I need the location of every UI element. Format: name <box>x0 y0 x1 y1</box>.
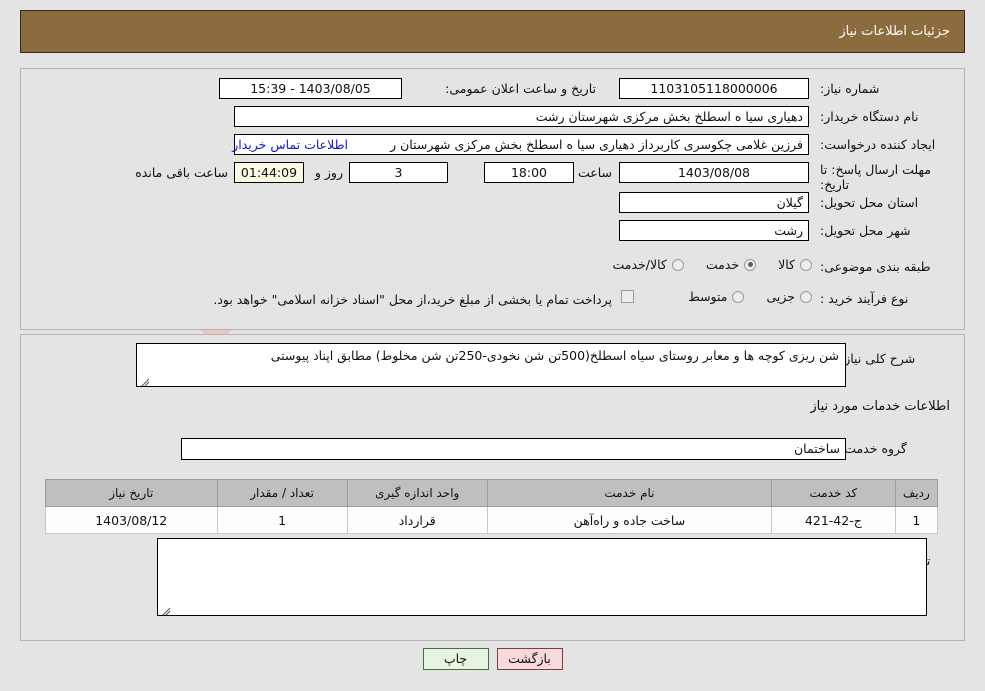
table-cell: قرارداد <box>346 506 488 534</box>
deadline-days: 3 <box>349 162 448 183</box>
table-cell: 1403/08/12 <box>45 506 218 534</box>
category-option-label: کالا <box>778 257 795 272</box>
table-row: 1 ج-42-421 ساخت جاده و راه‌آهن قرارداد 1 1403… <box>45 506 939 534</box>
process-type-radio-group[interactable]: جزیی متوسط <box>666 289 812 304</box>
table-header-row: ردیف کد خدمت نام خدمت واحد اندازه گیری تعداد… <box>45 479 939 507</box>
category-option-0[interactable]: کالا <box>778 257 812 272</box>
process-type-label: نوع فرآیند خرید : <box>820 291 909 306</box>
category-option-1[interactable]: خدمت <box>705 257 757 272</box>
need-number-value: 1103105118000006 <box>619 78 809 99</box>
announce-value: 1403/08/05 - 15:39 <box>219 78 402 99</box>
category-radio-icon[interactable] <box>744 258 757 271</box>
process-type-radio-icon[interactable] <box>800 290 812 303</box>
category-radio-icon[interactable] <box>671 258 684 271</box>
province-label: استان محل تحویل: <box>820 195 919 210</box>
resize-grip-icon <box>140 375 150 386</box>
table-cell: ساخت جاده و راه‌آهن <box>486 506 773 534</box>
table-column-header: تعداد / مقدار <box>216 479 348 507</box>
table-column-header: واحد اندازه گیری <box>346 479 488 507</box>
table-cell: 1 <box>894 506 939 534</box>
process-type-option-label: متوسط <box>688 289 728 304</box>
process-type-radio-icon[interactable] <box>732 290 745 303</box>
category-option-label: خدمت <box>705 257 740 272</box>
category-label: طبقه بندی موضوعی: <box>820 259 931 274</box>
need-info-panel: شماره نیاز: 1103105118000006 تاریخ و ساع… <box>20 68 965 330</box>
description-value: شن ریزی کوچه ها و معابر روستای سیاه اسطل… <box>270 348 839 363</box>
deadline-time-label: ساعت <box>577 165 612 180</box>
description-label: شرح کلی نیاز: <box>840 351 916 366</box>
deadline-time: 18:00 <box>484 162 574 183</box>
table-cell: ج-42-421 <box>771 506 896 534</box>
category-option-label: کالا/خدمت <box>612 257 667 272</box>
description-textarea[interactable]: شن ریزی کوچه ها و معابر روستای سیاه اسطل… <box>136 343 846 387</box>
table-cell: 1 <box>216 506 348 534</box>
buyer-contact-link[interactable]: اطلاعات تماس خریدار <box>232 137 348 152</box>
buyer-org-label: نام دستگاه خریدار: <box>820 109 919 124</box>
deadline-countdown: 01:44:09 <box>234 162 304 183</box>
announce-label: تاریخ و ساعت اعلان عمومی: <box>445 81 596 96</box>
buyer-notes-textarea[interactable] <box>157 538 927 616</box>
need-number-label: شماره نیاز: <box>820 81 880 96</box>
process-type-option-1[interactable]: متوسط <box>688 289 745 304</box>
service-group-label: گروه خدمت: <box>840 441 907 456</box>
table-column-header: کد خدمت <box>771 479 896 507</box>
category-option-2[interactable]: کالا/خدمت <box>612 257 684 272</box>
province-value: گیلان <box>619 192 809 213</box>
page-title-bar: جزئیات اطلاعات نیاز <box>20 10 965 53</box>
print-button[interactable]: چاپ <box>422 648 489 670</box>
resize-grip-icon <box>161 604 171 615</box>
action-button-bar: بازگشت چاپ <box>0 648 985 670</box>
deadline-label: مهلت ارسال پاسخ: تا تاریخ: <box>820 162 931 192</box>
table-column-header: تاریخ نیاز <box>45 479 218 507</box>
city-value: رشت <box>619 220 809 241</box>
process-type-option-0[interactable]: جزیی <box>766 289 812 304</box>
deadline-date: 1403/08/08 <box>619 162 809 183</box>
table-column-header: نام خدمت <box>486 479 773 507</box>
services-table: ردیف کد خدمت نام خدمت واحد اندازه گیری تعداد… <box>45 479 939 534</box>
buyer-org-value: دهیاری سیا ه اسطلخ بخش مرکزی شهرستان رشت <box>234 106 809 127</box>
back-button[interactable]: بازگشت <box>496 648 563 670</box>
services-heading: اطلاعات خدمات مورد نیاز <box>810 399 950 414</box>
treasury-bond-checkbox[interactable] <box>621 290 634 303</box>
requirements-panel: شرح کلی نیاز: شن ریزی کوچه ها و معابر رو… <box>20 334 965 641</box>
process-type-option-label: جزیی <box>766 289 795 304</box>
creator-label: ایجاد کننده درخواست: <box>820 137 936 152</box>
category-radio-group[interactable]: کالا خدمت کالا/خدمت <box>590 257 812 272</box>
treasury-note: پرداخت تمام یا بخشی از مبلغ خرید،از محل … <box>213 292 612 307</box>
deadline-days-label: روز و <box>314 165 343 180</box>
deadline-remaining-label: ساعت باقی مانده <box>135 165 228 180</box>
service-group-value: ساختمان <box>181 438 846 460</box>
table-column-header: ردیف <box>894 479 939 507</box>
city-label: شهر محل تحویل: <box>820 223 911 238</box>
category-radio-icon[interactable] <box>800 258 812 271</box>
page-title: جزئیات اطلاعات نیاز <box>839 24 950 39</box>
